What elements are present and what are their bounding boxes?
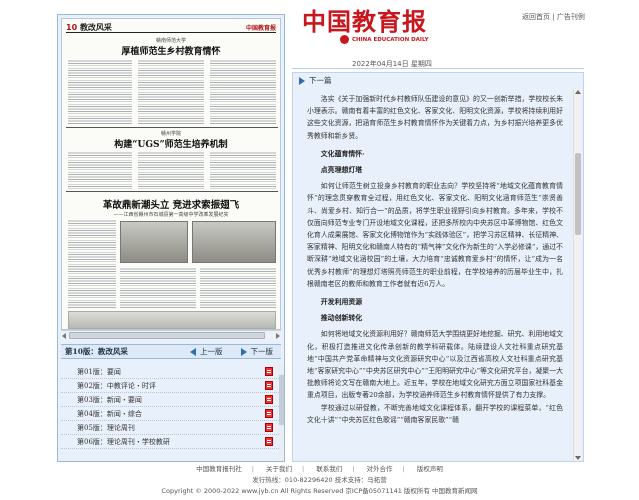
next-page-link[interactable]: 下一版 [251,346,274,357]
article-nav: 下一篇 [293,73,583,88]
section-number: 10 [66,23,78,32]
scroll-down-icon[interactable] [575,456,581,460]
footer-links: 中国教育报刊社 | 关于我们 | 联系我们 | 对外合作 | 版权声明 [196,465,443,473]
page-list-item[interactable]: 第04版：新闻・综合 [61,407,281,421]
next-page-arrow-icon[interactable] [240,347,247,356]
headline1-kicker: 赣南师范大学 [155,38,186,44]
article-subheading: 推动创新转化 [320,314,363,323]
next-article-arrow-icon[interactable] [299,76,305,85]
logo-emblem-icon [340,35,349,44]
pdf-icon[interactable] [265,395,273,404]
horizontal-scrollbar[interactable] [61,330,281,340]
paper-logo: 中国教育报 [245,25,276,32]
pdf-icon[interactable] [265,367,273,376]
prev-page-link[interactable]: 上一版 [200,346,223,357]
page-list-item[interactable]: 第03版：新闻・要闻 [61,393,281,407]
article-subheading: 文化蕴育情怀· [320,149,365,158]
masthead-en: CHINA EDUCATION DAILY [352,36,429,43]
scroll-thumb[interactable] [69,332,265,339]
page-list-item[interactable]: 第06版：理论周刊・学校教研 [61,435,281,449]
newspaper-page-image[interactable]: 10 教改风采 中国教育报 赣南师范大学 厚植师范生乡村教育情怀 赣州学院 构建… [61,18,281,330]
footer-hotline: 发行热线：010-82296420 技术支持：马拓营 [252,476,387,484]
article-paragraph: 学校通过以研促教，不断完善地域文化课程体系，翻开学校的课程菜单，“红色文化十讲”… [307,403,563,424]
prev-page-arrow-icon[interactable] [190,347,196,356]
newspaper-panel: 10 教改风采 中国教育报 赣南师范大学 厚植师范生乡村教育情怀 赣州学院 构建… [57,14,285,462]
page-list-item[interactable]: 第02版：中教评论・时评 [61,379,281,393]
page-wrapper: 10 教改风采 中国教育报 赣南师范大学 厚植师范生乡村教育情怀 赣州学院 构建… [57,0,585,500]
photo [192,221,276,263]
footer-link[interactable]: 对外合作 [367,465,393,473]
page-list-item[interactable]: 第05版：理论周刊 [61,421,281,435]
page-list-item[interactable]: 第01版：要闻 [61,365,281,379]
page-list-scrollbar[interactable] [279,365,284,461]
pdf-icon[interactable] [265,423,273,432]
pdf-icon[interactable] [265,381,273,390]
headline2-kicker: 赣州学院 [160,131,181,137]
footer-link[interactable]: 关于我们 [266,465,292,473]
article-body: 洛实《关于加强新时代乡村教师队伍建设的意见》的又一创新举措，学校校长朱小理表示。… [307,93,563,458]
page-list: 第01版：要闻 第02版：中教评论・时评 第03版：新闻・要闻 第04版：新闻・… [61,365,281,461]
ad-rates-link[interactable]: 广告刊例 [557,13,585,21]
headline3-sub: ——江西省赣州市石城县第一高级中学改革发展纪实 [113,212,229,218]
headline1[interactable]: 厚植师范生乡村教育情怀 [70,44,272,57]
next-article-link[interactable]: 下一篇 [309,75,332,86]
masthead-cn: 中国教育报 [302,7,427,36]
top-links: 返回首页 | 广告刊例 [522,13,585,21]
section-name: 教改风采 [79,23,112,32]
paper-section-bar: 10 教改风采 中国教育报 [66,22,276,33]
footer-link[interactable]: 版权声明 [417,465,443,473]
home-link[interactable]: 返回首页 [522,13,550,21]
footer-link[interactable]: 联系我们 [316,465,342,473]
article-scrollbar[interactable] [573,89,581,461]
footer-link[interactable]: 中国教育报刊社 [196,465,242,473]
masthead-logo[interactable]: 中国教育报 CHINA EDUCATION DAILY [302,2,452,46]
footer: 中国教育报刊社 | 关于我们 | 联系我们 | 对外合作 | 版权声明 发行热线：010… [0,464,639,497]
article-paragraph: 洛实《关于加强新时代乡村教师队伍建设的意见》的又一创新举措，学校校长朱小理表示。… [307,95,563,140]
pdf-icon[interactable] [265,409,273,418]
headline3[interactable]: 革故鼎新潮头立 竞进求索振翅飞 [70,197,272,211]
headline2[interactable]: 构建“UGS”师范生培养机制 [70,137,272,150]
photo [68,311,276,329]
current-page-bar: 第10版：教改风采 上一版 下一版 [61,344,281,359]
article-paragraph: 如何将地域文化资源利用好？赣南师范大学围绕更好地挖掘、研究、利用地域文化，积极打… [307,330,563,400]
scroll-thumb[interactable] [575,153,581,235]
scroll-up-icon[interactable] [575,90,581,94]
current-page-label: 第10版：教改风采 [65,347,128,356]
footer-copyright: Copyright © 2000-2022 www.jyb.cn All Rig… [161,487,478,495]
article-paragraph: 如何让师范生树立投身乡村教育的职业志向？学校坚持将“地域文化蕴育教育情怀”的理念… [307,182,563,288]
photo [120,221,188,263]
article-subheading: 点亮理想灯塔 [320,166,363,175]
article-panel: 下一篇 洛实《关于加强新时代乡村教师队伍建设的意见》的又一创新举措，学校校长朱小… [292,72,584,462]
pdf-icon[interactable] [265,437,273,446]
article-subheading: 开发利用资源 [320,298,363,307]
